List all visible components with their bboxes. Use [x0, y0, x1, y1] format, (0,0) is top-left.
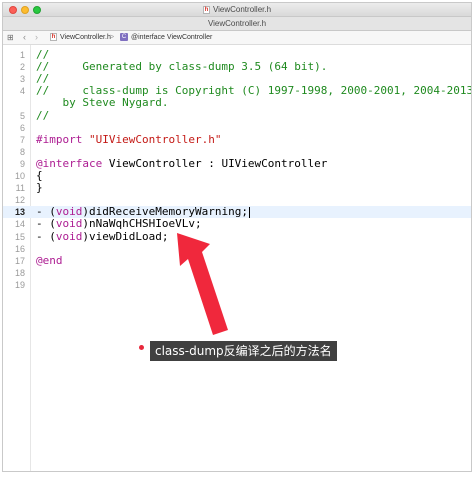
code-line[interactable]: by Steve Nygard.: [3, 97, 471, 109]
code-line[interactable]: 17 @end: [3, 253, 471, 267]
line-number: 5: [19, 110, 25, 121]
line-number: 14: [14, 219, 25, 230]
tab-label: ViewController.h: [207, 19, 267, 28]
jump-bar-file[interactable]: h ViewController.h: [50, 31, 111, 44]
line-number: 15: [14, 231, 25, 242]
annotation-label: class-dump反编译之后的方法名: [150, 341, 337, 361]
line-number: 3: [19, 74, 25, 85]
header-file-icon: h: [50, 33, 57, 42]
code-token: ViewController : UIViewController: [102, 156, 328, 170]
breadcrumb-separator: >: [110, 34, 115, 41]
header-file-icon: h: [202, 5, 210, 14]
text-cursor: [248, 206, 250, 218]
line-number: 2: [19, 62, 25, 73]
code-text: // Generated by class-dump 3.5 (64 bit).: [36, 61, 327, 73]
xcode-window: h ViewController.h ViewController.h ⊞ ‹ ›…: [2, 2, 472, 472]
code-text: - (void)viewDidLoad;: [36, 229, 169, 243]
code-token: )didReceiveMemoryWarning;: [82, 205, 248, 219]
code-text: @interface ViewController : UIViewContro…: [36, 156, 328, 170]
line-number: 17: [14, 255, 25, 266]
code-keyword: @interface: [36, 156, 103, 170]
tab-viewcontroller-h[interactable]: ViewController.h: [3, 17, 471, 31]
line-number: 8: [19, 146, 25, 157]
code-punctuation: - (: [36, 217, 56, 231]
back-arrow-icon[interactable]: ‹: [23, 31, 26, 44]
code-token: //: [36, 108, 50, 122]
code-editor[interactable]: 1 // 2 // Generated by class-dump 3.5 (64 b…: [3, 45, 471, 471]
code-token: )nNaWqhCHSHIoeVLv;: [82, 217, 202, 231]
code-token: // Generated by class-dump 3.5 (64 bit).: [36, 60, 328, 74]
code-keyword: void: [55, 217, 83, 231]
code-line[interactable]: 16: [3, 243, 471, 255]
code-line[interactable]: 2 // Generated by class-dump 3.5 (64 bit)…: [3, 61, 471, 73]
code-line[interactable]: 15 - (void)viewDidLoad;: [3, 229, 471, 243]
line-number: 16: [14, 243, 25, 254]
code-punctuation: - (: [36, 205, 56, 219]
forward-arrow-icon[interactable]: ›: [35, 31, 38, 44]
annotation-dot: [139, 345, 144, 350]
code-token: {: [36, 169, 43, 182]
code-punctuation: - (: [36, 229, 56, 243]
code-token: }: [36, 181, 43, 195]
code-token: )viewDidLoad;: [82, 229, 169, 243]
line-number: 7: [19, 134, 25, 145]
related-items-grid-icon[interactable]: ⊞: [7, 31, 14, 44]
line-number: 11: [15, 183, 25, 194]
code-token: //: [36, 72, 50, 86]
code-text: by Steve Nygard.: [36, 97, 168, 109]
line-number: 10: [14, 171, 25, 181]
code-text: #import "UIViewController.h": [36, 133, 221, 146]
window-title-text: ViewController.h: [212, 5, 272, 14]
code-text: @end: [36, 253, 63, 267]
code-token: // class-dump is Copyright (C) 1997-1998…: [36, 84, 472, 98]
line-number: 19: [14, 279, 25, 290]
code-line[interactable]: 7 #import "UIViewController.h": [3, 133, 471, 146]
line-number: 13: [14, 207, 25, 218]
line-number: 6: [19, 122, 25, 133]
code-token: //: [36, 48, 50, 61]
code-line[interactable]: 9 @interface ViewController : UIViewContr…: [3, 156, 471, 170]
line-number: 9: [19, 158, 25, 169]
jump-bar: ⊞ ‹ › h ViewController.h > C @interface Vi…: [3, 31, 471, 45]
code-keyword: void: [55, 205, 83, 219]
code-text: }: [36, 182, 43, 194]
jump-bar-file-label: ViewController.h: [60, 34, 111, 41]
code-keyword: @end: [36, 253, 63, 267]
class-symbol-icon: C: [120, 33, 128, 42]
title-bar: h ViewController.h: [3, 3, 471, 17]
line-number: 12: [14, 195, 25, 206]
code-string: "UIViewController.h": [88, 132, 222, 146]
code-token: #import "UIViewController.h": [36, 133, 221, 146]
code-line[interactable]: 19: [3, 279, 471, 291]
line-number: 4: [19, 86, 25, 97]
jump-bar-symbol[interactable]: C @interface ViewController: [120, 31, 212, 44]
code-keyword: void: [55, 229, 83, 243]
window-title: h ViewController.h: [3, 4, 471, 16]
code-line[interactable]: 10 {: [3, 170, 471, 182]
line-number: 1: [19, 50, 25, 60]
code-token: by Steve Nygard.: [36, 96, 169, 110]
code-line[interactable]: 5 //: [3, 108, 471, 122]
code-line[interactable]: 11}: [3, 182, 471, 194]
jump-bar-symbol-label: @interface ViewController: [131, 34, 213, 41]
code-text: //: [36, 108, 50, 122]
line-number: 18: [14, 267, 25, 278]
code-line[interactable]: 18: [3, 267, 471, 279]
code-keyword: #import: [36, 132, 89, 146]
